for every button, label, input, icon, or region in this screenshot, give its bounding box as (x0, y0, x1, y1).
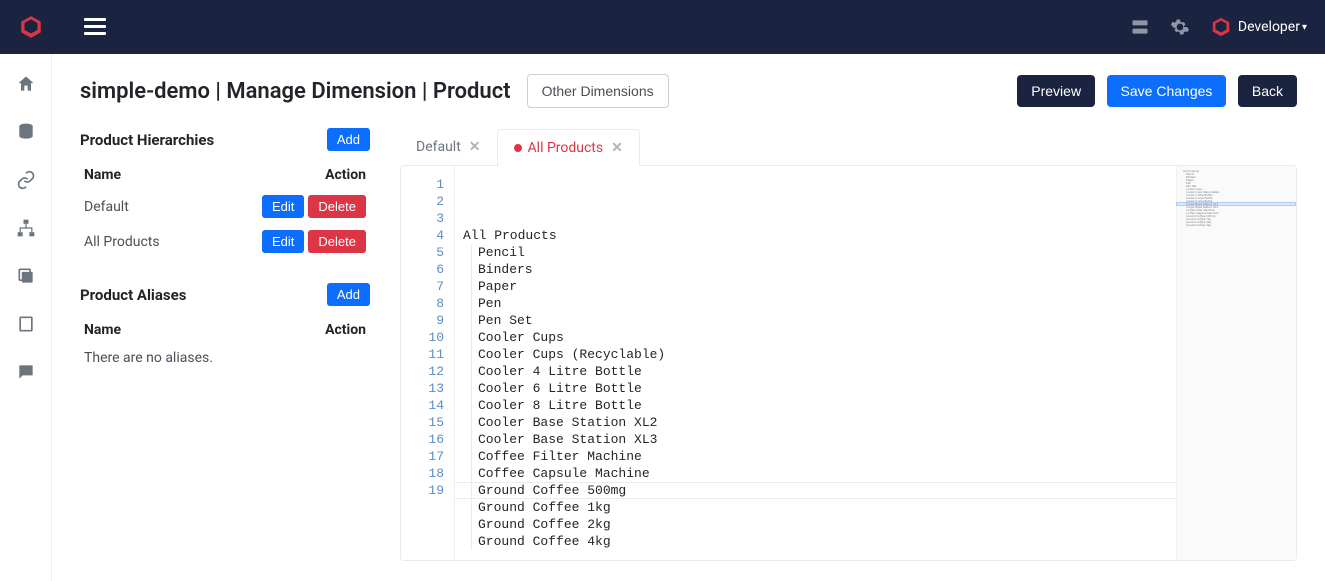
other-dimensions-button[interactable]: Other Dimensions (527, 74, 669, 108)
chevron-down-icon: ▾ (1302, 22, 1307, 33)
code-line: Coffee Filter Machine (471, 448, 1168, 465)
code-line: Cooler Base Station XL2 (471, 414, 1168, 431)
aliases-col-action: Action (325, 322, 366, 338)
line-number: 18 (401, 465, 450, 482)
copy-icon[interactable] (16, 266, 36, 286)
add-alias-button[interactable]: Add (327, 283, 370, 306)
home-icon[interactable] (16, 74, 36, 94)
code-line: Ground Coffee 1kg (471, 499, 1168, 516)
line-number: 11 (401, 346, 450, 363)
code-line: Coffee Capsule Machine (471, 465, 1168, 482)
line-number: 4 (401, 227, 450, 244)
hierarchies-col-name: Name (84, 167, 121, 183)
editor-code-area[interactable]: All ProductsPencilBindersPaperPenPen Set… (455, 166, 1176, 560)
aliases-empty: There are no aliases. (80, 344, 370, 372)
hierarchy-name: All Products (84, 234, 160, 250)
aliases-title: Product Aliases (80, 286, 186, 304)
edit-button[interactable]: Edit (262, 195, 304, 218)
edit-button[interactable]: Edit (262, 230, 304, 253)
menu-toggle-icon[interactable] (84, 18, 106, 36)
app-logo-icon (18, 14, 44, 40)
minimap-viewport[interactable] (1176, 202, 1296, 206)
server-icon[interactable] (1130, 17, 1150, 37)
chat-icon[interactable] (16, 362, 36, 382)
book-icon[interactable] (16, 314, 36, 334)
user-label: Developer (1238, 19, 1300, 35)
line-number: 6 (401, 261, 450, 278)
code-line: Paper (471, 278, 1168, 295)
aliases-col-name: Name (84, 322, 121, 338)
code-line: Cooler 6 Litre Bottle (471, 380, 1168, 397)
line-number: 13 (401, 380, 450, 397)
code-line: Cooler Base Station XL3 (471, 431, 1168, 448)
code-line: Cooler 8 Litre Bottle (471, 397, 1168, 414)
code-line: Pencil (471, 244, 1168, 261)
editor-cursor-line (455, 482, 1176, 499)
editor-minimap[interactable]: All Products Pencil Binders Paper Pen Pe… (1176, 166, 1296, 560)
gear-icon[interactable] (1170, 17, 1190, 37)
hierarchies-col-action: Action (325, 167, 366, 183)
line-number: 1 (401, 176, 450, 193)
top-bar: Developer ▾ (0, 0, 1325, 54)
code-line: Cooler Cups (Recyclable) (471, 346, 1168, 363)
line-number: 9 (401, 312, 450, 329)
line-number: 3 (401, 210, 450, 227)
code-line: Binders (471, 261, 1168, 278)
line-number: 8 (401, 295, 450, 312)
line-number: 14 (401, 397, 450, 414)
page-header: simple-demo | Manage Dimension | Product… (80, 74, 1297, 108)
line-number: 12 (401, 363, 450, 380)
editor-tabs: Default ✕ All Products ✕ (400, 128, 1297, 165)
line-number: 5 (401, 244, 450, 261)
back-button[interactable]: Back (1238, 75, 1297, 107)
code-line: Pen (471, 295, 1168, 312)
editor-panel: 12345678910111213141516171819 All Produc… (400, 165, 1297, 561)
dirty-indicator-icon (514, 144, 522, 152)
line-number: 15 (401, 414, 450, 431)
add-hierarchy-button[interactable]: Add (327, 128, 370, 151)
line-number: 19 (401, 482, 450, 499)
delete-button[interactable]: Delete (308, 230, 366, 253)
line-number: 7 (401, 278, 450, 295)
code-line: Ground Coffee 4kg (471, 533, 1168, 550)
table-row: Default EditDelete (80, 189, 370, 224)
tab[interactable]: All Products ✕ (497, 129, 640, 166)
code-line: All Products (463, 227, 1168, 244)
code-line: Pen Set (471, 312, 1168, 329)
user-logo-icon (1210, 16, 1232, 38)
database-icon[interactable] (16, 122, 36, 142)
line-number: 10 (401, 329, 450, 346)
line-number: 16 (401, 431, 450, 448)
tab[interactable]: Default ✕ (400, 128, 497, 165)
user-menu[interactable]: Developer ▾ (1210, 16, 1307, 38)
close-icon[interactable]: ✕ (469, 139, 481, 155)
hierarchy-name: Default (84, 199, 129, 215)
save-changes-button[interactable]: Save Changes (1107, 75, 1227, 107)
code-line: Cooler Cups (471, 329, 1168, 346)
sitemap-icon[interactable] (16, 218, 36, 238)
hierarchies-title: Product Hierarchies (80, 131, 214, 149)
close-icon[interactable]: ✕ (611, 140, 623, 156)
line-number: 2 (401, 193, 450, 210)
tab-label: Default (416, 139, 461, 155)
code-line: Cooler 4 Litre Bottle (471, 363, 1168, 380)
link-icon[interactable] (16, 170, 36, 190)
editor-gutter: 12345678910111213141516171819 (401, 166, 455, 560)
sidebar (0, 54, 52, 581)
tab-label: All Products (528, 140, 604, 156)
code-line: Ground Coffee 2kg (471, 516, 1168, 533)
delete-button[interactable]: Delete (308, 195, 366, 218)
table-row: All Products EditDelete (80, 224, 370, 259)
preview-button[interactable]: Preview (1017, 75, 1095, 107)
main-content: simple-demo | Manage Dimension | Product… (52, 54, 1325, 581)
line-number: 17 (401, 448, 450, 465)
page-title: simple-demo | Manage Dimension | Product (80, 79, 511, 104)
